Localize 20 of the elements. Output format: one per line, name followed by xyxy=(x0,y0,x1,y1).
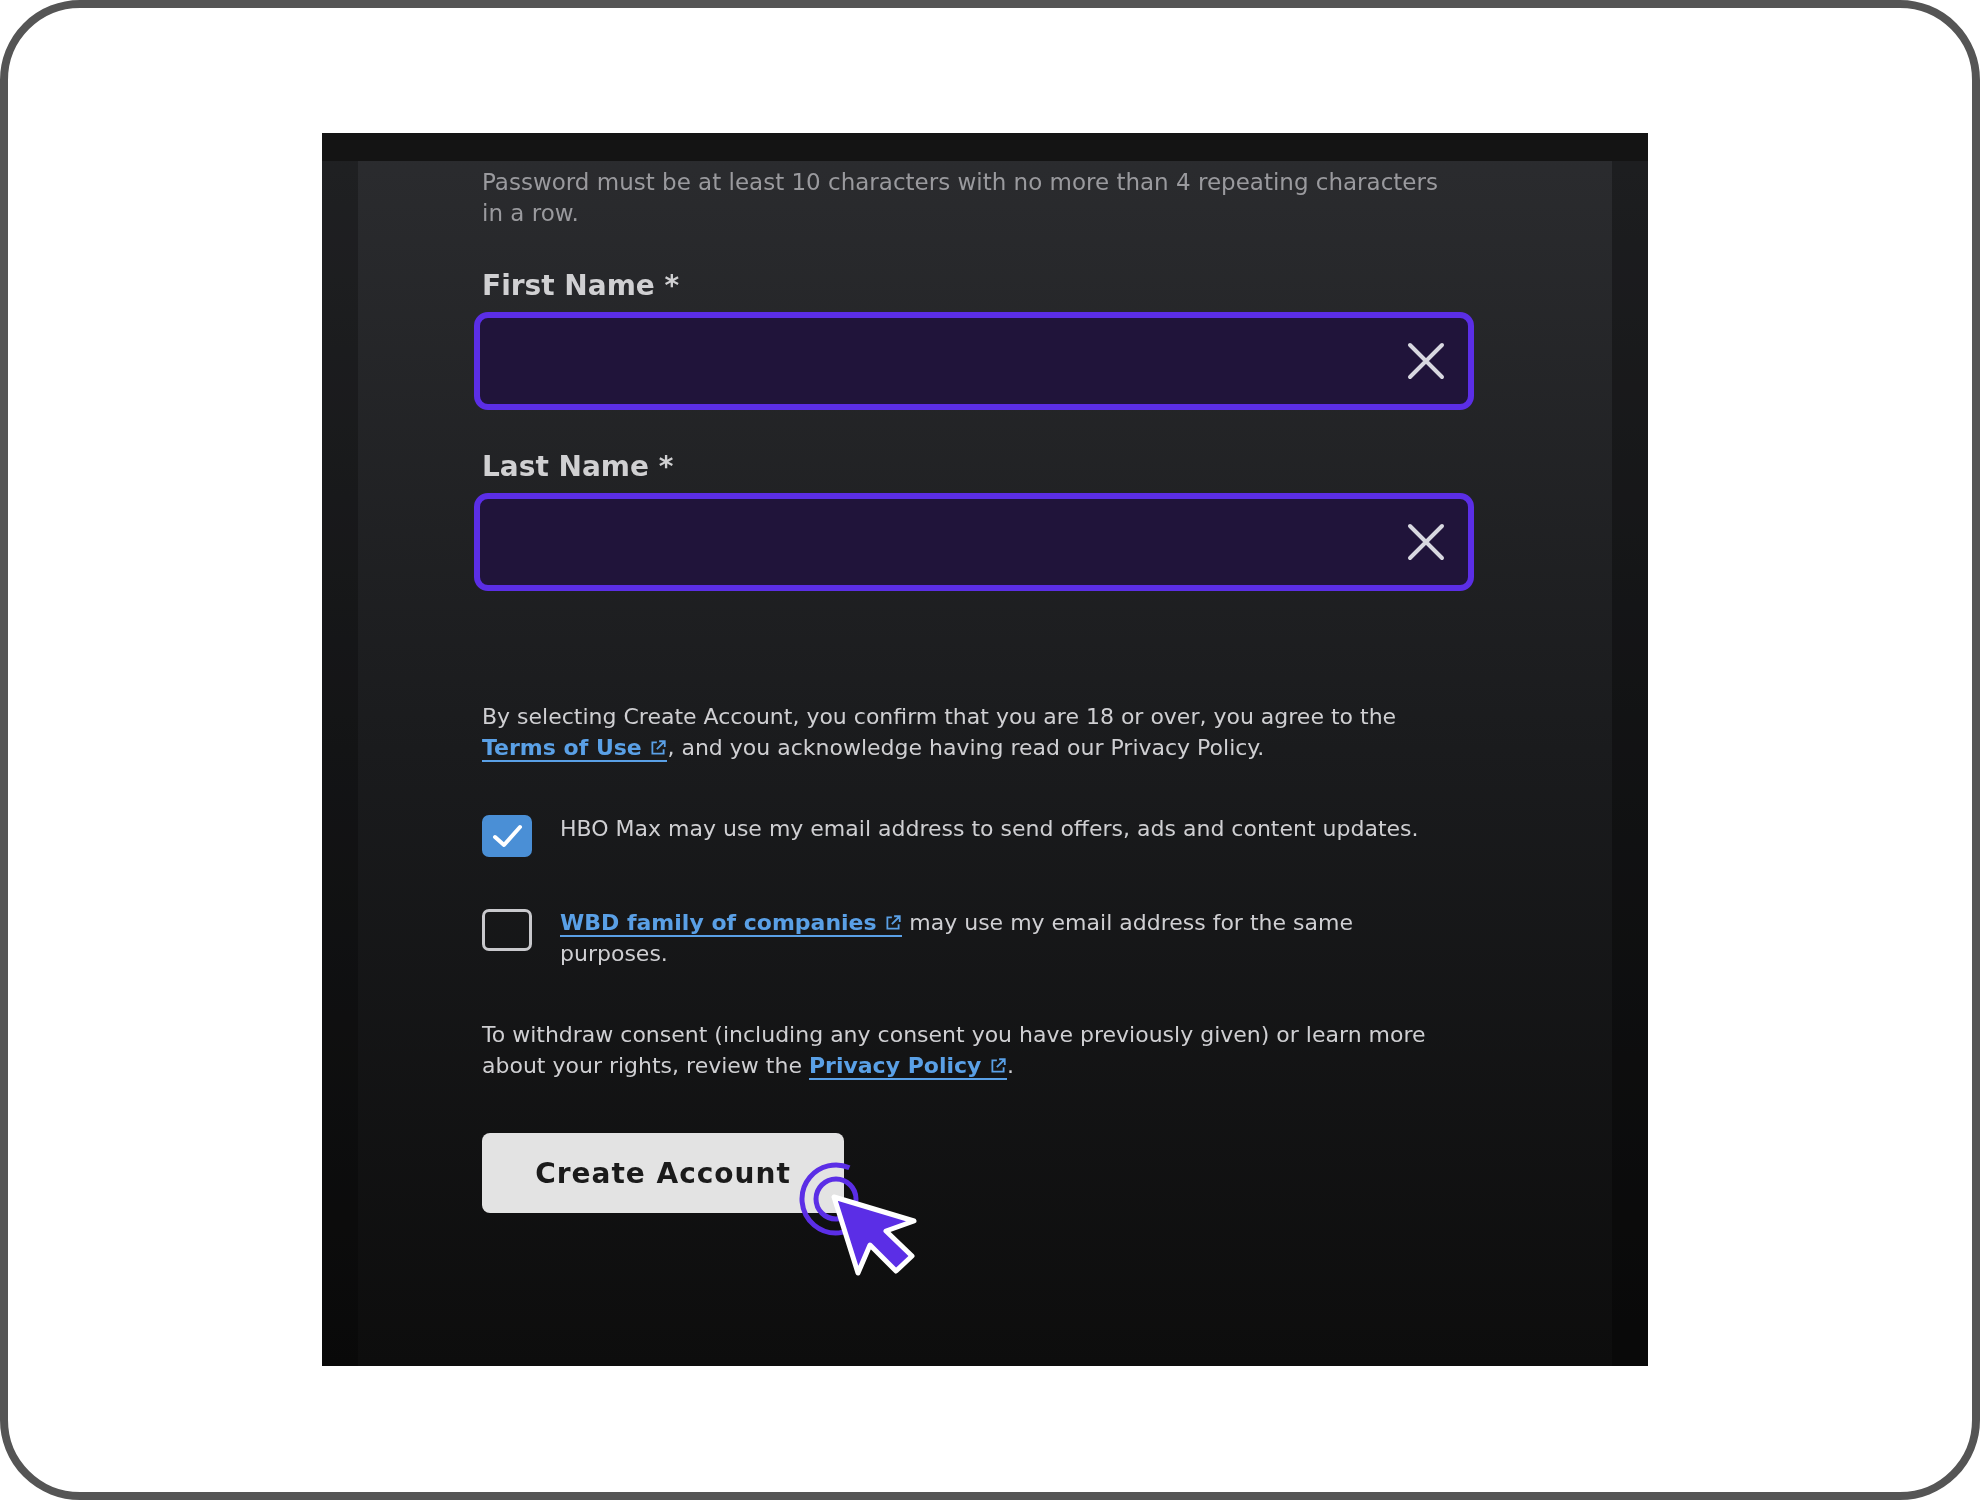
password-hint: Password must be at least 10 characters with no more than 4 repeating characters in a row. xyxy=(482,168,1439,228)
field-label: First Name * xyxy=(482,269,681,302)
consent-text: HBO Max may use my email address to send offers, ads and content updates. xyxy=(560,815,1420,843)
input-field[interactable] xyxy=(474,312,1474,410)
companies-link[interactable]: WBD family of companies xyxy=(560,910,903,937)
create-account-button[interactable]: Create Account xyxy=(482,1133,844,1213)
close-icon[interactable] xyxy=(1406,341,1446,381)
agreement-text: By selecting Create Account, you confirm that you are 18 or over, you agree to the Terms of Use , and you acknowledge having read our Privacy Policy. xyxy=(482,703,1398,763)
terms-link[interactable]: Terms of Use xyxy=(482,735,668,762)
checkbox[interactable] xyxy=(482,815,532,857)
external-link-icon xyxy=(989,1057,1008,1075)
external-link-icon xyxy=(649,739,668,757)
consent-text: WBD family of companies may use my email address for the same purposes. xyxy=(560,909,1354,968)
input-field[interactable] xyxy=(474,493,1474,591)
checkbox[interactable] xyxy=(482,909,532,951)
withdraw-text: To withdraw consent (including any consent you have previously given) or learn more about your rights, review the Privacy Policy . xyxy=(482,1021,1427,1081)
external-link-icon xyxy=(884,914,903,932)
close-icon[interactable] xyxy=(1406,522,1446,562)
privacy-link[interactable]: Privacy Policy xyxy=(808,1053,1008,1080)
field-label: Last Name * xyxy=(482,450,675,483)
